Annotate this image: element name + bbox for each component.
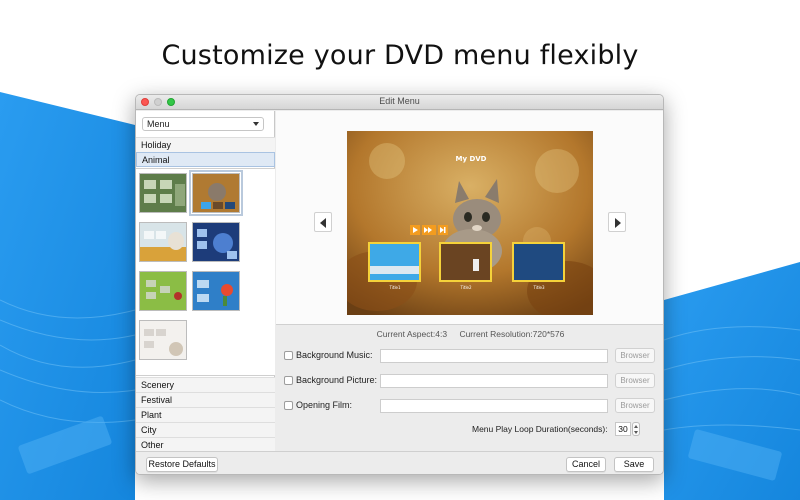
category-scenery[interactable]: Scenery [136,377,275,392]
template-thumbnail-3[interactable] [139,222,187,262]
settings-panel: My DVD Title1 Title2 Title3 Current Aspe… [276,111,663,451]
current-resolution: Current Resolution:720*576 [459,329,565,339]
preview-menu-title: My DVD [455,155,486,163]
current-format-info: Current Aspect:4:3 Current Resolution:72… [276,329,663,339]
template-thumbnail-4[interactable] [192,222,240,262]
category-holiday[interactable]: Holiday [136,137,275,152]
arrow-left-icon [320,218,326,228]
opening-film-label: Opening Film: [296,400,353,410]
loop-duration-label: Menu Play Loop Duration(seconds): [472,424,608,434]
background-picture-label: Background Picture: [296,375,378,385]
save-button[interactable]: Save [614,457,654,472]
chapter-label-2: Title2 [459,285,472,290]
category-plant[interactable]: Plant [136,407,275,422]
cancel-button[interactable]: Cancel [566,457,606,472]
headline: Customize your DVD menu flexibly [161,40,639,71]
chapter-label-1: Title1 [388,285,401,290]
opening-film-browse-button[interactable]: Browser [615,398,655,413]
category-festival[interactable]: Festival [136,392,275,407]
loop-duration-stepper[interactable] [632,422,640,436]
template-panel: Menu Holiday Animal Scenery Festival Pla… [136,111,275,452]
previous-template-button[interactable] [314,212,332,232]
template-thumbnail-7[interactable] [139,320,187,360]
template-thumbnail-1[interactable] [139,173,187,213]
chapter-label-3: Title3 [532,285,545,290]
opening-film-checkbox[interactable] [284,401,293,410]
template-thumbnail-6[interactable] [192,271,240,311]
menu-type-select[interactable]: Menu [142,117,264,131]
current-aspect: Current Aspect:4:3 [376,329,448,339]
next-template-button[interactable] [608,212,626,232]
category-other[interactable]: Other [136,437,275,452]
dialog-button-bar: Restore Defaults Cancel Save [136,451,663,474]
background-picture-browse-button[interactable]: Browser [615,373,655,388]
preview-area: My DVD Title1 Title2 Title3 [276,111,663,325]
background-music-browse-button[interactable]: Browser [615,348,655,363]
window-title: Edit Menu [379,96,420,106]
restore-defaults-button[interactable]: Restore Defaults [146,457,218,472]
menu-type-value: Menu [147,119,170,129]
category-city[interactable]: City [136,422,275,437]
background-picture-path-field[interactable] [380,374,608,388]
edit-menu-window: Edit Menu Menu Holiday Animal Scenery Fe… [135,94,664,475]
title-bar[interactable]: Edit Menu [136,95,663,110]
template-thumbnail-grid [136,168,275,376]
background-music-path-field[interactable] [380,349,608,363]
loop-duration-input[interactable]: 30 [615,422,631,436]
template-thumbnail-2[interactable] [189,170,243,216]
arrow-right-icon [615,218,621,228]
background-picture-checkbox[interactable] [284,376,293,385]
menu-preview: My DVD Title1 Title2 Title3 [347,131,593,315]
category-animal[interactable]: Animal [136,152,275,167]
opening-film-path-field[interactable] [380,399,608,413]
background-music-label: Background Music: [296,350,373,360]
template-thumbnail-5[interactable] [139,271,187,311]
background-music-checkbox[interactable] [284,351,293,360]
chevron-down-icon [253,122,259,126]
